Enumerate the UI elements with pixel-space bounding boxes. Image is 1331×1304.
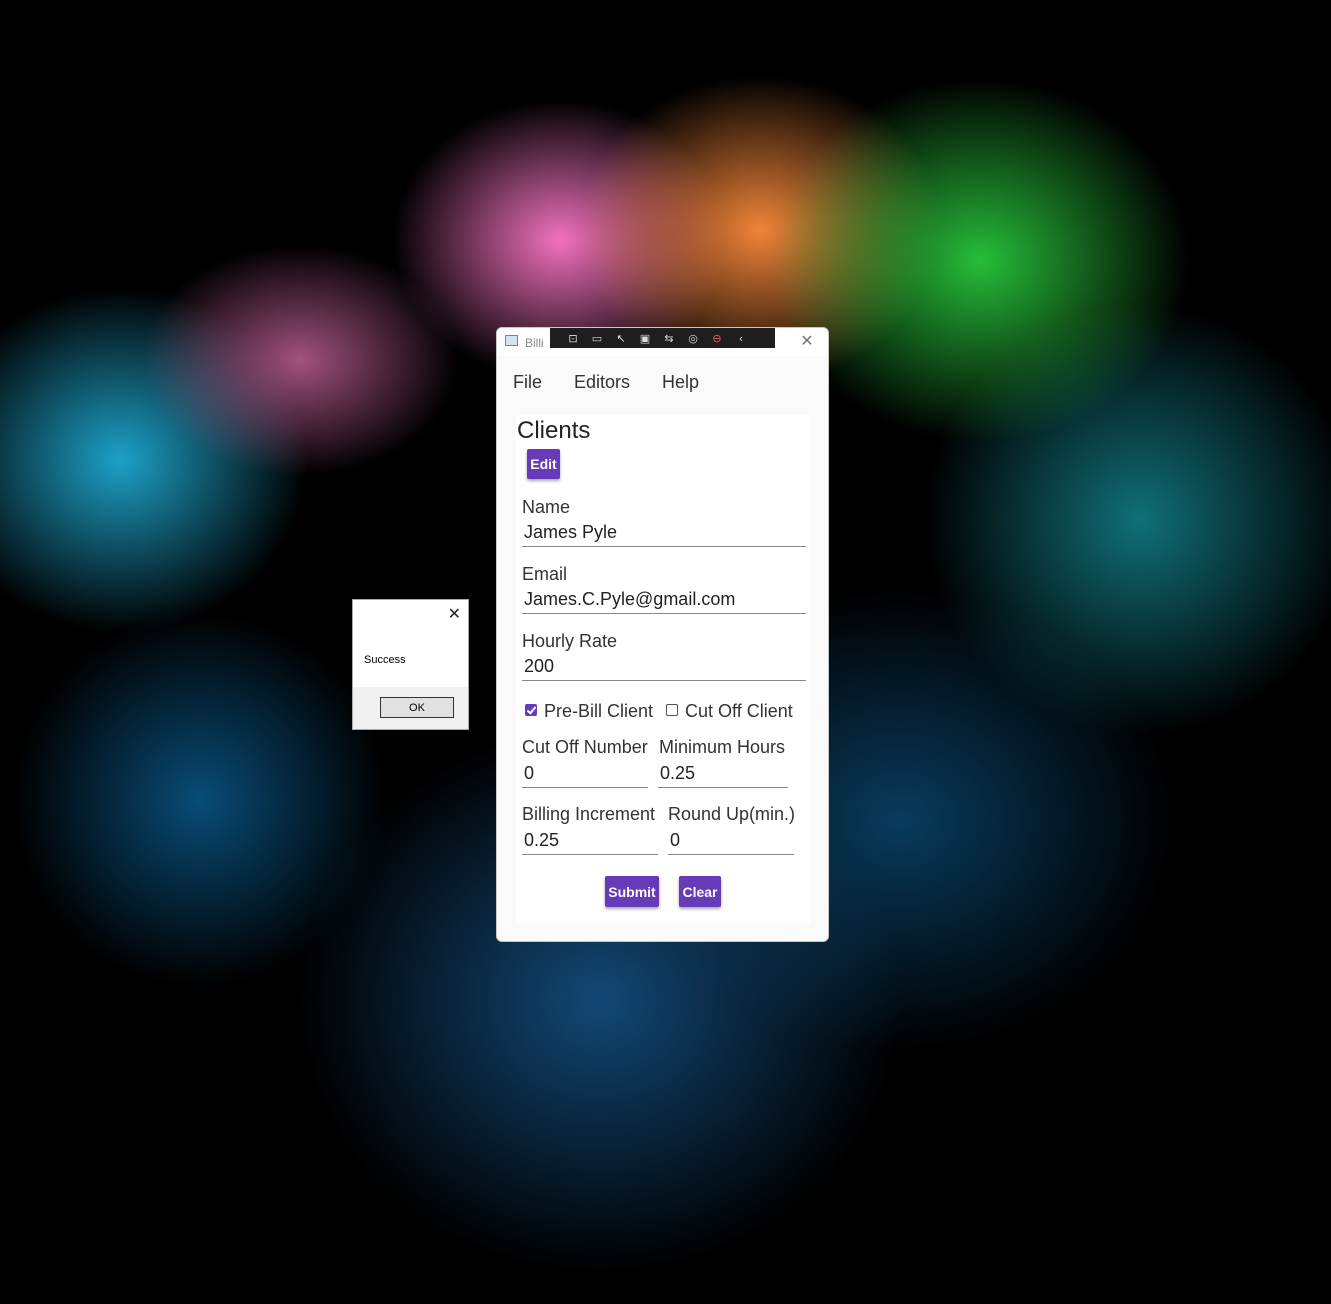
- stop-icon[interactable]: ⊖: [708, 331, 726, 345]
- select-element-icon[interactable]: ⊡: [564, 331, 582, 345]
- cutoff-client-label: Cut Off Client: [685, 701, 793, 721]
- billing-increment-field[interactable]: 0.25: [522, 829, 658, 855]
- cutoff-number-label: Cut Off Number: [522, 737, 648, 757]
- close-icon[interactable]: ✕: [448, 604, 461, 623]
- dialog-message: Success: [364, 654, 406, 666]
- prebill-checkbox[interactable]: [525, 704, 537, 716]
- name-field[interactable]: James Pyle: [522, 521, 806, 547]
- billing-increment-label: Billing Increment: [522, 804, 656, 824]
- name-label: Name: [522, 497, 571, 517]
- close-icon[interactable]: ✕: [798, 332, 816, 350]
- app-icon: [505, 335, 518, 346]
- email-label: Email: [522, 564, 568, 584]
- record-icon[interactable]: ▭: [588, 331, 606, 345]
- dialog-footer: OK: [353, 687, 468, 729]
- menu-help[interactable]: Help: [646, 372, 715, 393]
- page-title: Clients: [517, 417, 591, 444]
- ok-button[interactable]: OK: [380, 697, 454, 718]
- menu-editors[interactable]: Editors: [558, 372, 646, 393]
- edit-button[interactable]: Edit: [527, 449, 560, 479]
- prebill-label: Pre-Bill Client: [544, 701, 654, 721]
- submit-button[interactable]: Submit: [605, 876, 659, 907]
- billing-window: Billi ⊡ ▭ ↖ ▣ ⇆ ◎ ⊖ ‹ ✕ File Editors Hel…: [496, 327, 829, 942]
- title-bar[interactable]: Billi ⊡ ▭ ↖ ▣ ⇆ ◎ ⊖ ‹ ✕: [497, 328, 828, 356]
- accessibility-icon[interactable]: ◎: [684, 331, 702, 345]
- client-form: Clients Edit Name James Pyle Email James…: [516, 415, 810, 923]
- success-dialog: ✕ Success OK: [352, 599, 469, 730]
- window-title: Billi: [525, 336, 544, 350]
- hot-reload-icon[interactable]: ⇆: [660, 331, 678, 345]
- email-field[interactable]: James.C.Pyle@gmail.com: [522, 588, 806, 614]
- round-up-label: Round Up(min.): [668, 804, 796, 824]
- cutoff-number-field[interactable]: 0: [522, 762, 648, 788]
- clear-button[interactable]: Clear: [679, 876, 721, 907]
- hourly-rate-label: Hourly Rate: [522, 631, 618, 651]
- menu-bar: File Editors Help: [497, 364, 828, 400]
- minimum-hours-label: Minimum Hours: [659, 737, 786, 757]
- pointer-icon[interactable]: ↖: [612, 331, 630, 345]
- frame-icon[interactable]: ▣: [636, 331, 654, 345]
- hourly-rate-field[interactable]: 200: [522, 655, 806, 681]
- minimum-hours-field[interactable]: 0.25: [658, 762, 788, 788]
- menu-file[interactable]: File: [497, 372, 558, 393]
- cutoff-client-checkbox[interactable]: [666, 704, 678, 716]
- collapse-icon[interactable]: ‹: [732, 331, 750, 345]
- debug-toolbar: ⊡ ▭ ↖ ▣ ⇆ ◎ ⊖ ‹: [550, 328, 775, 348]
- round-up-field[interactable]: 0: [668, 829, 794, 855]
